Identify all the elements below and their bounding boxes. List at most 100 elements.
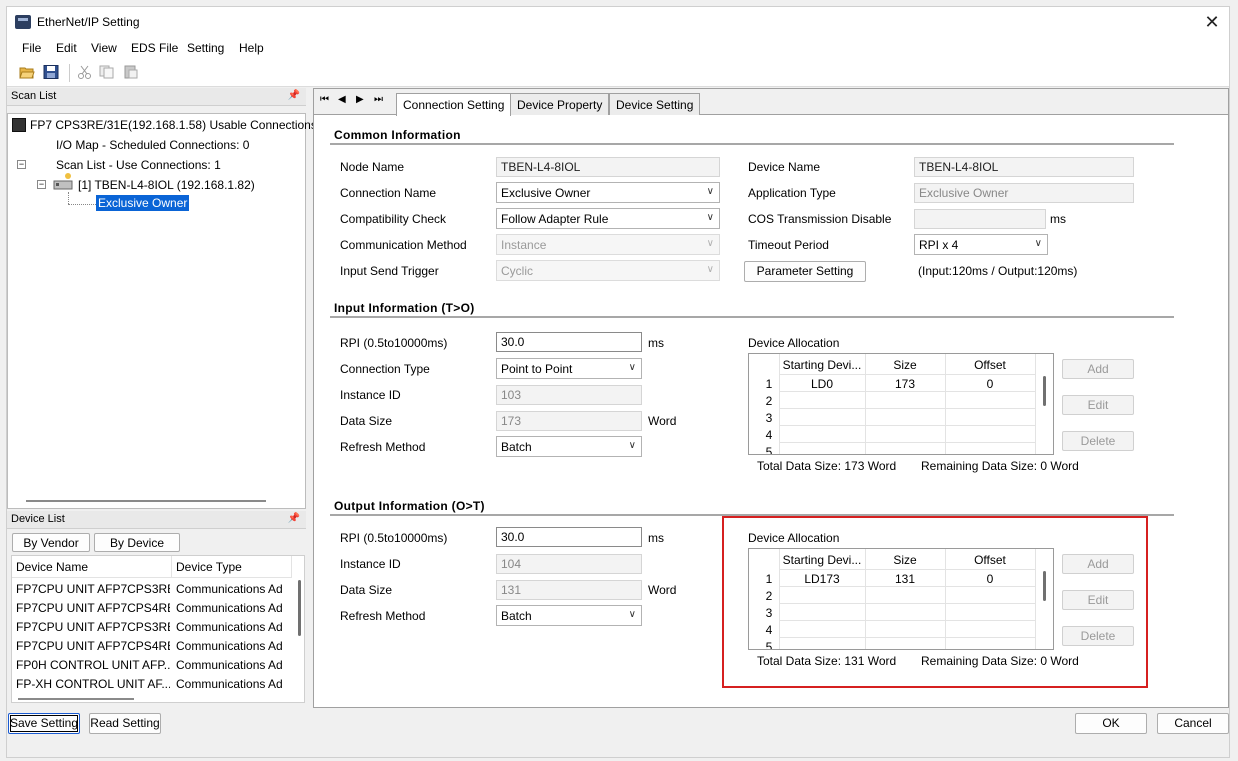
column-starting-device[interactable]: Starting Devi... <box>779 358 865 372</box>
starting-device-cell[interactable]: LD0 <box>779 377 865 391</box>
collapse-icon[interactable]: − <box>37 180 46 189</box>
last-tab-icon[interactable]: ⏭ <box>374 94 383 105</box>
next-tab-icon[interactable]: ▶ <box>356 94 364 105</box>
column-device-type[interactable]: Device Type <box>172 556 292 578</box>
table-row[interactable]: FP0H CONTROL UNIT AFP... Communications A… <box>12 656 292 675</box>
connection-name-label: Connection Name <box>340 186 437 200</box>
output-data-size-label: Data Size <box>340 583 393 597</box>
device-type-cell: Communications Ad <box>176 677 283 691</box>
parameter-setting-button[interactable]: Parameter Setting <box>744 261 866 282</box>
vertical-scrollbar[interactable] <box>1043 571 1046 601</box>
menu-edit[interactable]: Edit <box>56 41 77 55</box>
offset-cell[interactable]: 0 <box>945 572 1035 586</box>
table-row[interactable]: FP7CPU UNIT AFP7CPS3RE... Communications … <box>12 618 292 637</box>
menu-setting[interactable]: Setting <box>187 41 224 55</box>
application-type-field: Exclusive Owner <box>914 183 1134 203</box>
size-cell[interactable]: 173 <box>865 377 945 391</box>
compatibility-check-select[interactable]: Follow Adapter Rule ∨ <box>496 208 720 229</box>
input-refresh-select[interactable]: Batch ∨ <box>496 436 642 457</box>
table-row[interactable]: FP7CPU UNIT AFP7CPS4RE... Communications … <box>12 599 292 618</box>
output-delete-button[interactable]: Delete <box>1062 626 1134 646</box>
output-refresh-label: Refresh Method <box>340 609 426 623</box>
column-device-name[interactable]: Device Name <box>12 556 172 578</box>
tree-io-map[interactable]: I/O Map - Scheduled Connections: 0 <box>56 138 249 152</box>
table-row[interactable]: FP7CPU UNIT AFP7CPS3RE... Communications … <box>12 580 292 599</box>
prev-tab-icon[interactable]: ◀ <box>338 94 346 105</box>
menu-file[interactable]: File <box>22 41 41 55</box>
tree-connection-exclusive-owner[interactable]: Exclusive Owner <box>96 195 190 211</box>
starting-device-cell[interactable]: LD173 <box>779 572 865 586</box>
connection-name-select[interactable]: Exclusive Owner ∨ <box>496 182 720 203</box>
device-type-cell: Communications Ad <box>176 639 283 653</box>
menu-bar: File Edit View EDS File Setting Help <box>7 37 1229 59</box>
output-instance-field: 104 <box>496 554 642 574</box>
by-vendor-tab[interactable]: By Vendor <box>12 533 90 552</box>
pin-icon[interactable]: 📌 <box>288 513 300 524</box>
device-list-header: Device List 📌 <box>7 511 306 529</box>
by-device-tab[interactable]: By Device <box>94 533 180 552</box>
cancel-button[interactable]: Cancel <box>1157 713 1229 734</box>
cos-transmission-label: COS Transmission Disable <box>748 212 892 226</box>
input-rpi-field[interactable]: 30.0 <box>496 332 642 352</box>
copy-icon[interactable] <box>99 65 115 79</box>
tab-connection-setting[interactable]: Connection Setting <box>396 93 512 116</box>
input-edit-button[interactable]: Edit <box>1062 395 1134 415</box>
offset-cell[interactable]: 0 <box>945 377 1035 391</box>
title-bar: EtherNet/IP Setting ✕ <box>7 7 1229 37</box>
section-divider <box>330 143 1174 145</box>
collapse-icon[interactable]: − <box>17 160 26 169</box>
device-list-title: Device List <box>11 513 65 525</box>
output-add-button[interactable]: Add <box>1062 554 1134 574</box>
first-tab-icon[interactable]: ⏮ <box>320 94 329 105</box>
column-offset[interactable]: Offset <box>945 553 1035 567</box>
tab-device-property[interactable]: Device Property <box>510 93 610 115</box>
vertical-scrollbar[interactable] <box>298 580 301 636</box>
tree-scan-list[interactable]: Scan List - Use Connections: 1 <box>56 158 221 172</box>
input-info-title: Input Information (T>O) <box>334 301 475 315</box>
input-refresh-label: Refresh Method <box>340 440 426 454</box>
table-row[interactable]: FP7CPU UNIT AFP7CPS4RE... Communications … <box>12 637 292 656</box>
output-edit-button[interactable]: Edit <box>1062 590 1134 610</box>
plc-icon <box>12 118 26 132</box>
pin-icon[interactable]: 📌 <box>288 90 300 101</box>
toolbar-separator <box>69 64 70 82</box>
save-icon[interactable] <box>43 65 59 79</box>
menu-help[interactable]: Help <box>239 41 264 55</box>
cut-icon[interactable] <box>77 65 93 79</box>
device-name-cell: FP7CPU UNIT AFP7CPS3RE... <box>16 620 170 634</box>
open-folder-icon[interactable] <box>19 65 35 79</box>
tree-device[interactable]: [1] TBEN-L4-8IOL (192.168.1.82) <box>78 178 255 192</box>
output-refresh-select[interactable]: Batch ∨ <box>496 605 642 626</box>
input-add-button[interactable]: Add <box>1062 359 1134 379</box>
input-delete-button[interactable]: Delete <box>1062 431 1134 451</box>
output-rpi-field[interactable]: 30.0 <box>496 527 642 547</box>
menu-view[interactable]: View <box>91 41 117 55</box>
ok-button[interactable]: OK <box>1075 713 1147 734</box>
input-data-size-field: 173 <box>496 411 642 431</box>
tree-plc[interactable]: FP7 CPS3RE/31E(192.168.1.58) Usable Conn… <box>30 118 317 132</box>
size-cell[interactable]: 131 <box>865 572 945 586</box>
vertical-scrollbar[interactable] <box>1043 376 1046 406</box>
column-size[interactable]: Size <box>865 553 945 567</box>
tab-device-setting[interactable]: Device Setting <box>609 93 701 115</box>
close-icon[interactable]: ✕ <box>1201 11 1223 33</box>
chevron-down-icon: ∨ <box>628 362 636 373</box>
menu-eds-file[interactable]: EDS File <box>131 41 178 55</box>
ethernet-ip-setting-window: EtherNet/IP Setting ✕ File Edit View EDS… <box>6 6 1230 758</box>
output-data-size-field: 131 <box>496 580 642 600</box>
save-setting-button[interactable]: Save Setting <box>8 713 80 734</box>
connection-type-select[interactable]: Point to Point ∨ <box>496 358 642 379</box>
device-name-field: TBEN-L4-8IOL <box>914 157 1134 177</box>
chevron-down-icon: ∨ <box>706 212 714 223</box>
connection-type-value: Point to Point <box>501 362 573 376</box>
paste-icon[interactable] <box>123 65 139 79</box>
column-size[interactable]: Size <box>865 358 945 372</box>
column-starting-device[interactable]: Starting Devi... <box>779 553 865 567</box>
horizontal-scrollbar[interactable] <box>26 500 266 502</box>
table-row[interactable]: FP-XH CONTROL UNIT AF... Communications A… <box>12 675 292 694</box>
read-setting-button[interactable]: Read Setting <box>89 713 161 734</box>
column-offset[interactable]: Offset <box>945 358 1035 372</box>
input-send-trigger-value: Cyclic <box>501 264 533 278</box>
timeout-period-select[interactable]: RPI x 4 ∨ <box>914 234 1048 255</box>
horizontal-scrollbar[interactable] <box>18 698 134 700</box>
